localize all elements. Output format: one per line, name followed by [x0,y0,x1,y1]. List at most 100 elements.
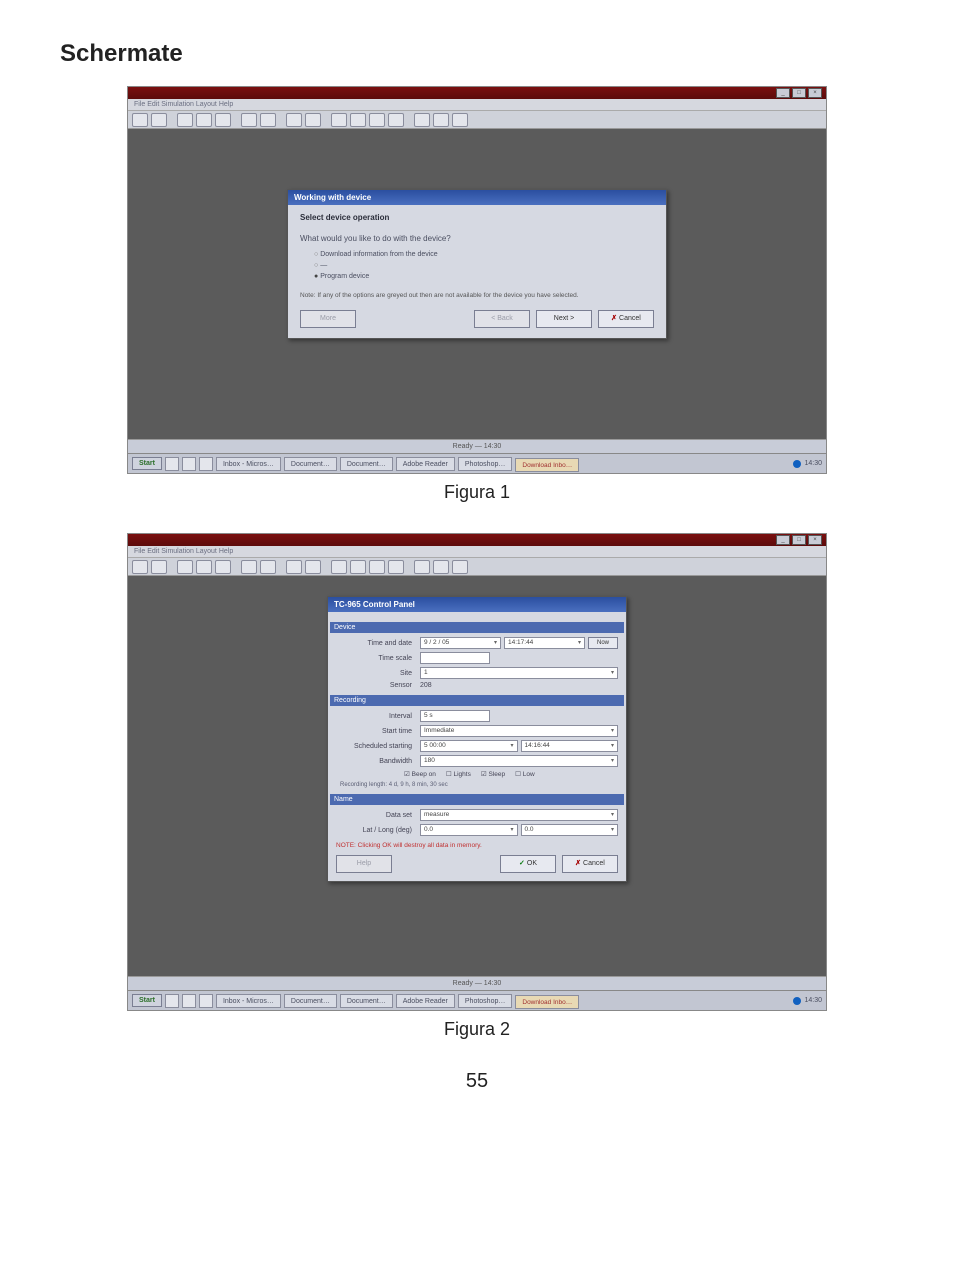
quicklaunch-icon[interactable] [182,457,196,471]
toolbar-button[interactable] [286,560,302,574]
toolbar-button[interactable] [369,560,385,574]
toolbar-button[interactable] [177,560,193,574]
label-schedule: Scheduled starting [336,743,416,750]
toolbar-button[interactable] [215,113,231,127]
figure-2: _ □ × File Edit Simulation Layout Help [60,533,894,1040]
site-field[interactable]: 1▾ [420,667,618,679]
schedule-field-1[interactable]: 5 00:00▾ [420,740,518,752]
cancel-button[interactable]: ✗Cancel [562,855,618,873]
close-button[interactable]: × [808,88,822,98]
maximize-button[interactable]: □ [792,535,806,545]
interval-field[interactable]: 5 s [420,710,490,722]
menubar[interactable]: File Edit Simulation Layout Help [128,99,826,111]
check-lights[interactable]: Lights [446,770,471,778]
taskbar-item[interactable]: Document… [340,457,393,471]
toolbar-button[interactable] [331,560,347,574]
toolbar-button[interactable] [388,560,404,574]
taskbar-item[interactable]: Photoshop… [458,457,512,471]
toolbar-button[interactable] [241,560,257,574]
toolbar-button[interactable] [132,113,148,127]
ok-button[interactable]: ✓OK [500,855,556,873]
screenshot-1: _ □ × File Edit Simulation Layout Help [127,86,827,474]
window-titlebar: _ □ × [128,87,826,99]
maximize-button[interactable]: □ [792,88,806,98]
back-button[interactable]: < Back [474,310,530,328]
start-button[interactable]: Start [132,994,162,1007]
toolbar-button[interactable] [369,113,385,127]
next-button[interactable]: Next > [536,310,592,328]
toolbar-button[interactable] [433,560,449,574]
check-low[interactable]: Low [515,770,535,778]
toolbar-button[interactable] [260,113,276,127]
toolbar-button[interactable] [452,560,468,574]
start-button[interactable]: Start [132,457,162,470]
toolbar-button[interactable] [151,113,167,127]
section-device: Device [330,622,624,633]
close-button[interactable]: × [808,535,822,545]
toolbar-button[interactable] [215,560,231,574]
minimize-button[interactable]: _ [776,88,790,98]
radio-download[interactable]: Download information from the device [314,251,654,258]
date-field[interactable]: 9 / 2 / 05▾ [420,637,501,649]
tray-clock: 14:30 [804,460,822,467]
taskbar-item[interactable]: Adobe Reader [396,994,455,1008]
label-dataset: Data set [336,812,416,819]
schedule-field-2[interactable]: 14:16:44▾ [521,740,619,752]
timescale-field[interactable] [420,652,490,664]
menubar[interactable]: File Edit Simulation Layout Help [128,546,826,558]
page-number: 55 [60,1070,894,1093]
taskbar-item[interactable]: Adobe Reader [396,457,455,471]
toolbar-button[interactable] [305,560,321,574]
more-button[interactable]: More [300,310,356,328]
statusbar: Ready — 14:30 [128,439,826,453]
quicklaunch-icon[interactable] [182,994,196,1008]
taskbar-item[interactable]: Document… [340,994,393,1008]
bandwidth-field[interactable]: 180▾ [420,755,618,767]
taskbar-item-active[interactable]: Download Inbo… [515,995,579,1009]
help-button[interactable]: Help [336,855,392,873]
toolbar-button[interactable] [196,113,212,127]
toolbar-button[interactable] [388,113,404,127]
quicklaunch-icon[interactable] [165,457,179,471]
toolbar-button[interactable] [350,113,366,127]
toolbar-button[interactable] [241,113,257,127]
now-button[interactable]: Now [588,637,618,649]
starttime-field[interactable]: Immediate▾ [420,725,618,737]
lat-field[interactable]: 0.0▾ [420,824,518,836]
toolbar-button[interactable] [452,113,468,127]
toolbar-button[interactable] [286,113,302,127]
toolbar-button[interactable] [305,113,321,127]
quicklaunch-icon[interactable] [199,994,213,1008]
taskbar-item-active[interactable]: Download Inbo… [515,458,579,472]
toolbar-button[interactable] [414,560,430,574]
radio-program[interactable]: Program device [314,273,654,280]
toolbar-button[interactable] [433,113,449,127]
tray-icon[interactable] [793,997,801,1005]
check-beep[interactable]: Beep on [404,770,436,778]
quicklaunch-icon[interactable] [165,994,179,1008]
toolbar-button[interactable] [177,113,193,127]
taskbar-item[interactable]: Document… [284,994,337,1008]
toolbar-button[interactable] [132,560,148,574]
taskbar-item[interactable]: Photoshop… [458,994,512,1008]
taskbar-item[interactable]: Inbox - Micros… [216,457,281,471]
label-sensor: Sensor [336,682,416,689]
tray-icon[interactable] [793,460,801,468]
toolbar-button[interactable] [151,560,167,574]
toolbar-button[interactable] [350,560,366,574]
toolbar-button[interactable] [414,113,430,127]
toolbar-button[interactable] [331,113,347,127]
toolbar-button[interactable] [196,560,212,574]
time-field[interactable]: 14:17:44▾ [504,637,585,649]
cancel-button[interactable]: ✗Cancel [598,310,654,328]
long-field[interactable]: 0.0▾ [521,824,619,836]
taskbar-item[interactable]: Document… [284,457,337,471]
dataset-field[interactable]: measure▾ [420,809,618,821]
toolbar-button[interactable] [260,560,276,574]
minimize-button[interactable]: _ [776,535,790,545]
label-time: Time and date [336,640,416,647]
taskbar-item[interactable]: Inbox - Micros… [216,994,281,1008]
check-sleep[interactable]: Sleep [481,770,505,778]
label-bandwidth: Bandwidth [336,758,416,765]
quicklaunch-icon[interactable] [199,457,213,471]
